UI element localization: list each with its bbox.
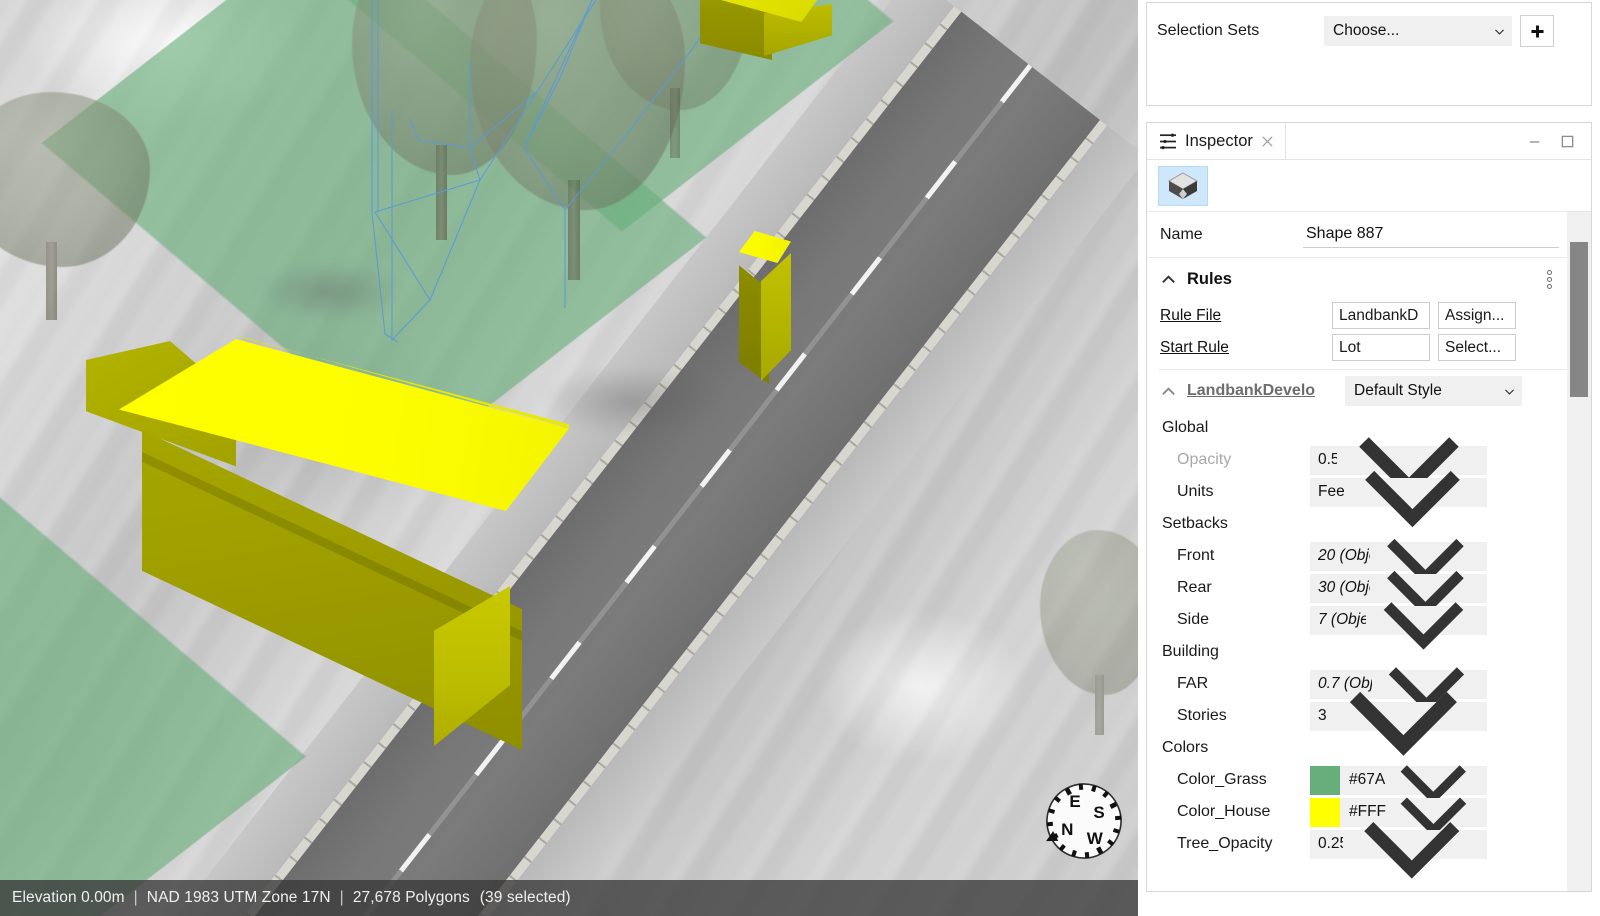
3d-viewport[interactable]: N S W E Elevation 0.00m | NAD 1983 UTM Z…: [0, 0, 1138, 916]
compass-label-w: W: [1087, 829, 1104, 848]
start-rule-field[interactable]: Lot: [1332, 334, 1430, 361]
minimize-icon[interactable]: [1527, 134, 1542, 149]
status-separator: |: [125, 889, 147, 907]
maximize-icon[interactable]: [1560, 134, 1575, 149]
status-crs: NAD 1983 UTM Zone 17N: [147, 889, 331, 907]
status-bar: Elevation 0.00m | NAD 1983 UTM Zone 17N …: [0, 880, 1138, 916]
param-label: Tree_Opacity: [1177, 835, 1310, 853]
param-label: Rear: [1177, 579, 1310, 597]
building-selected[interactable]: [0, 0, 1138, 916]
status-separator: |: [331, 889, 353, 907]
param-row-side: Side 7 (Object): [1147, 604, 1569, 636]
selection-sets-dropdown[interactable]: Choose...: [1324, 16, 1512, 46]
rules-overflow-menu-icon[interactable]: [1543, 269, 1555, 289]
selection-sets-label: Selection Sets: [1157, 22, 1324, 40]
shape-cube-icon: [1166, 170, 1200, 202]
inspector-toolbar: [1147, 160, 1591, 212]
inspector-scroll-content: Name Rules Rule File La: [1147, 212, 1569, 892]
param-value: 0.5: [1318, 451, 1337, 469]
close-icon[interactable]: [1260, 134, 1275, 149]
style-row: LandbankDevelo Default Style: [1147, 370, 1569, 412]
status-elevation: Elevation 0.00m: [12, 889, 125, 907]
rule-file-row: Rule File LandbankD Assign...: [1147, 300, 1569, 331]
chevron-down-icon: [1503, 385, 1516, 398]
assign-rule-button[interactable]: Assign...: [1438, 302, 1516, 329]
plus-icon: [1529, 23, 1546, 40]
rules-title: Rules: [1187, 270, 1232, 289]
style-dropdown[interactable]: Default Style: [1345, 376, 1522, 406]
status-polygon-count: 27,678 Polygons: [353, 889, 470, 907]
compass-rose[interactable]: N S W E: [1038, 775, 1130, 867]
start-rule-link[interactable]: Start Rule: [1160, 339, 1332, 357]
application-window: N S W E Elevation 0.00m | NAD 1983 UTM Z…: [0, 0, 1600, 916]
tabbar-spacer: [1286, 123, 1591, 159]
style-value: Default Style: [1354, 382, 1442, 400]
param-row-rear: Rear 30 (Object): [1147, 572, 1569, 604]
chevron-down-icon: [1493, 25, 1506, 38]
inspector-tabbar: Inspector: [1147, 123, 1591, 160]
param-row-units: Units Feet: [1147, 476, 1569, 508]
param-value: 30 (Object): [1318, 579, 1370, 597]
rule-file-field[interactable]: LandbankD: [1332, 302, 1430, 329]
param-dropdown-stories[interactable]: 3: [1310, 702, 1487, 731]
tab-label: Inspector: [1185, 132, 1253, 151]
inspector-body: Name Rules Rule File La: [1147, 212, 1591, 892]
param-value: 7 (Object): [1318, 611, 1366, 629]
add-selection-set-button[interactable]: [1520, 15, 1554, 47]
param-row-front: Front 20 (Object): [1147, 540, 1569, 572]
right-dock-panel: Selection Sets Choose...: [1138, 0, 1600, 916]
param-label: Front: [1177, 547, 1310, 565]
param-label: Units: [1177, 483, 1310, 501]
shape-inspector-button[interactable]: [1158, 166, 1208, 206]
selection-sets-value: Choose...: [1333, 22, 1399, 40]
rules-section-header[interactable]: Rules: [1147, 258, 1569, 300]
param-value: 20 (Object): [1318, 547, 1370, 565]
param-label: Opacity: [1177, 451, 1310, 469]
param-label: Color_House: [1177, 803, 1310, 821]
selection-sets-panel: Selection Sets Choose...: [1146, 2, 1592, 106]
status-selection-count: (39 selected): [470, 889, 571, 907]
color-swatch[interactable]: [1310, 766, 1340, 795]
param-value: 0.25: [1318, 835, 1343, 853]
color-swatch[interactable]: [1310, 798, 1340, 827]
compass-label-e: E: [1069, 792, 1080, 811]
compass-label-s: S: [1093, 803, 1104, 822]
param-label: Stories: [1177, 707, 1310, 725]
inspector-icon: [1159, 133, 1178, 150]
name-label: Name: [1160, 226, 1303, 244]
chevron-up-icon: [1160, 271, 1177, 288]
param-value: Feet: [1318, 483, 1344, 501]
name-row: Name: [1147, 212, 1569, 258]
compass-label-n: N: [1061, 820, 1073, 839]
inspector-scrollbar[interactable]: [1567, 212, 1591, 892]
name-input[interactable]: [1303, 221, 1559, 248]
chevron-up-icon[interactable]: [1160, 383, 1177, 400]
param-label: Color_Grass: [1177, 771, 1310, 789]
scrollbar-thumb[interactable]: [1570, 242, 1588, 397]
rule-package-name[interactable]: LandbankDevelo: [1187, 382, 1345, 400]
param-label: FAR: [1177, 675, 1310, 693]
param-value: 3: [1318, 707, 1326, 725]
param-row-stories: Stories 3: [1147, 700, 1569, 732]
param-row-tree-opacity: Tree_Opacity 0.25: [1147, 828, 1569, 860]
param-dropdown-tree-opacity[interactable]: 0.25: [1310, 830, 1487, 859]
select-rule-button[interactable]: Select...: [1438, 334, 1516, 361]
selection-sets-row: Selection Sets Choose...: [1147, 3, 1591, 47]
start-rule-row: Start Rule Lot Select...: [1147, 332, 1569, 363]
inspector-panel: Inspector: [1146, 122, 1592, 892]
chevron-down-icon: [1343, 775, 1481, 892]
rule-file-link[interactable]: Rule File: [1160, 307, 1332, 325]
tab-inspector[interactable]: Inspector: [1147, 123, 1286, 159]
param-label: Side: [1177, 611, 1310, 629]
